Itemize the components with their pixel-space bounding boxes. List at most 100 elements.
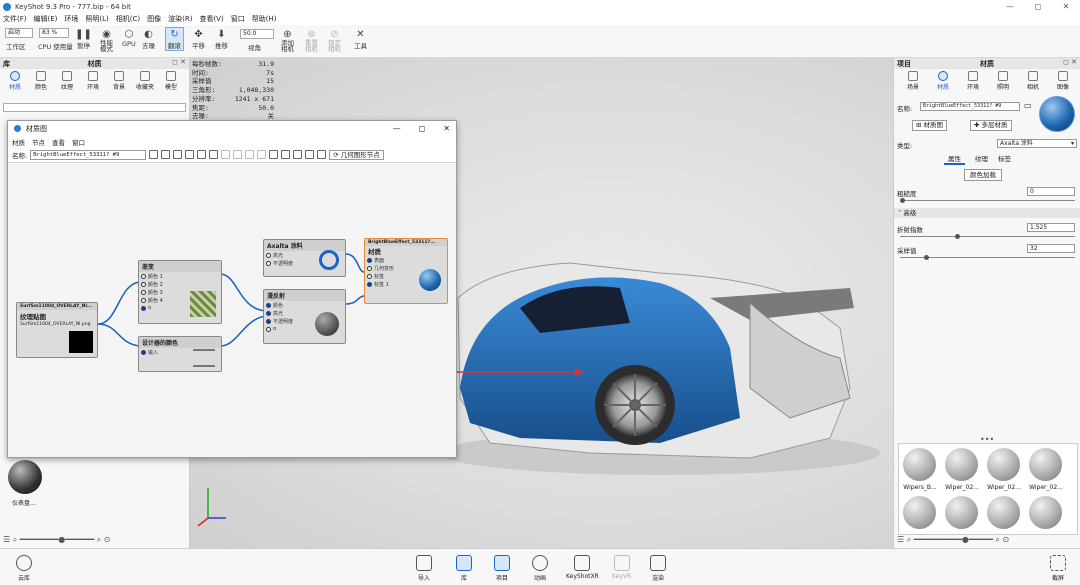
menu-lighting[interactable]: 照明(L): [85, 14, 108, 24]
subtab-textures[interactable]: 纹理: [975, 153, 988, 165]
panel-float-close-icon[interactable]: ◻ ✕: [172, 58, 186, 66]
menu-edit[interactable]: 编辑(E): [34, 14, 58, 24]
denoise-button[interactable]: ◐ 去噪: [142, 28, 155, 51]
save-icon[interactable]: [149, 150, 159, 159]
link-icon[interactable]: ⊙: [1003, 535, 1010, 544]
grid-icon[interactable]: [293, 150, 303, 159]
delete-icon[interactable]: [233, 150, 243, 159]
material-output-node[interactable]: BrightBlueEffect_53311?... 材质 表面 几何变形 标签…: [364, 238, 448, 304]
reset-camera-button[interactable]: ⊗ 重置 相机: [305, 28, 318, 53]
pan-button[interactable]: ✥ 平移: [192, 28, 205, 51]
zoom-select[interactable]: 83 %: [39, 28, 69, 38]
graph-minimize-button[interactable]: —: [393, 124, 401, 133]
cpu-usage-button[interactable]: CPU 使用量: [38, 41, 73, 51]
menu-render[interactable]: 渲染(R): [168, 14, 192, 24]
project-tab-environment[interactable]: 环境: [960, 71, 986, 91]
roughness-input[interactable]: 0: [1027, 187, 1075, 196]
swatch-ball[interactable]: [945, 496, 978, 529]
swatch-ball[interactable]: [1029, 496, 1062, 529]
sphere-icon[interactable]: [161, 150, 171, 159]
copy-icon[interactable]: [221, 150, 231, 159]
close-button[interactable]: ✕: [1052, 0, 1080, 13]
menu-window[interactable]: 窗口: [231, 14, 245, 24]
texture-map-node[interactable]: SurfSm11004_OVERLAY_NI... 纹理贴图 SurfSm110…: [16, 302, 98, 358]
align-icon[interactable]: [305, 150, 315, 159]
list-view-icon[interactable]: ☰: [897, 535, 904, 544]
project-button[interactable]: 项目: [494, 555, 510, 582]
material-graph-button[interactable]: ⊞ 材质图: [912, 120, 948, 131]
diffuse-node[interactable]: 漫反射 颜色 高光 不透明度 α: [263, 289, 346, 344]
add-camera-button[interactable]: ⊕ 添加 相机: [281, 28, 294, 53]
menu-view[interactable]: 查看(V): [199, 14, 223, 24]
fit-icon[interactable]: [281, 150, 291, 159]
swatch-ball[interactable]: [987, 496, 1020, 529]
menu-camera[interactable]: 相机(C): [116, 14, 140, 24]
tumble-button[interactable]: ↻ 翻滚: [165, 27, 184, 51]
graph-name-input[interactable]: BrightBlueEffect_53311? #9: [30, 149, 147, 160]
cloud-library-button[interactable]: 云库: [16, 555, 32, 582]
zoom-out-icon[interactable]: ⌕: [13, 535, 17, 544]
samples-slider[interactable]: [900, 255, 1075, 260]
swatch-ball[interactable]: [903, 448, 936, 481]
geometry-node-button[interactable]: ⟳ 几何图形节点: [329, 149, 384, 160]
gpu-button[interactable]: ⬡ GPU: [122, 28, 136, 49]
maximize-button[interactable]: ◻: [1024, 0, 1052, 13]
render-button[interactable]: 渲染: [650, 555, 666, 582]
ior-slider[interactable]: [900, 234, 1075, 239]
node-graph-canvas[interactable]: SurfSm11004_OVERLAY_NI... 纹理贴图 SurfSm110…: [8, 164, 456, 457]
gradient-node[interactable]: 渐变 颜色 1 颜色 2 颜色 3 颜色 4 α: [138, 260, 222, 324]
lock-camera-button[interactable]: ⊘ 锁定 相机: [328, 28, 341, 53]
graph-menu-material[interactable]: 材质: [12, 137, 25, 147]
paste-icon[interactable]: [257, 150, 267, 159]
performance-mode-button[interactable]: ◉ 性能 模式: [100, 28, 113, 53]
ior-input[interactable]: 1.525: [1027, 223, 1075, 232]
material-icon[interactable]: [173, 150, 183, 159]
layout-icon[interactable]: [269, 150, 279, 159]
tools-button[interactable]: ✕ 工具: [354, 28, 367, 51]
color-load-button[interactable]: 颜色加载: [964, 169, 1002, 181]
project-tab-camera[interactable]: 相机: [1020, 71, 1046, 91]
material-name-input[interactable]: BrightBlueEffect_53311? #9: [920, 102, 1020, 111]
menu-file[interactable]: 文件(F): [3, 14, 27, 24]
library-tab-materials[interactable]: 材质: [2, 71, 28, 91]
library-tab-textures[interactable]: 纹理: [54, 71, 80, 91]
zoom-out-icon[interactable]: ⌕: [907, 535, 911, 544]
swatch-ball[interactable]: [945, 448, 978, 481]
graph-menu-window[interactable]: 窗口: [72, 137, 85, 147]
library-tab-environments[interactable]: 环境: [80, 71, 106, 91]
samples-input[interactable]: 32: [1027, 244, 1075, 253]
workspace-select[interactable]: 启动: [5, 28, 33, 38]
link-icon[interactable]: ⊙: [104, 535, 111, 544]
pause-button[interactable]: ❚❚ 暂停: [75, 28, 92, 51]
dolly-button[interactable]: ⬇ 推移: [215, 28, 228, 51]
graph-maximize-button[interactable]: ◻: [419, 124, 426, 133]
panel-float-close-icon[interactable]: ◻ ✕: [1063, 58, 1077, 66]
color-map-node[interactable]: 设计器的颜色 输入: [138, 336, 222, 372]
screenshot-button[interactable]: 截屏: [1050, 555, 1066, 582]
zoom-in-icon[interactable]: ⌕: [996, 535, 1000, 544]
project-tab-image[interactable]: 图像: [1050, 71, 1076, 91]
menu-help[interactable]: 帮助(H): [252, 14, 277, 24]
animation-button[interactable]: 动画: [532, 555, 548, 582]
swatch-ball[interactable]: [903, 496, 936, 529]
library-tab-models[interactable]: 模型: [158, 71, 184, 91]
swatch-ball[interactable]: [987, 448, 1020, 481]
keyvr-button[interactable]: KeyVR: [612, 555, 631, 580]
library-tab-favorites[interactable]: 收藏夹: [132, 71, 158, 91]
list-view-icon[interactable]: ☰: [3, 535, 10, 544]
menu-image[interactable]: 图像: [147, 14, 161, 24]
zoom-in-icon[interactable]: ⌕: [97, 535, 101, 544]
connect-icon[interactable]: [317, 150, 327, 159]
subtab-properties[interactable]: 属性: [944, 153, 965, 165]
settings-icon[interactable]: [197, 150, 207, 159]
menu-environment[interactable]: 环境: [64, 14, 78, 24]
fov-input[interactable]: 50.0: [240, 29, 274, 39]
graph-menu-node[interactable]: 节点: [32, 137, 45, 147]
material-type-select[interactable]: Axalta 涂料 ▾: [997, 139, 1077, 148]
subtab-labels[interactable]: 标签: [998, 153, 1011, 165]
library-tab-colors[interactable]: 颜色: [28, 71, 54, 91]
library-button[interactable]: 库: [456, 555, 472, 582]
import-button[interactable]: 导入: [416, 555, 432, 582]
library-tab-backgrounds[interactable]: 背景: [106, 71, 132, 91]
library-material-thumb[interactable]: [8, 460, 42, 494]
